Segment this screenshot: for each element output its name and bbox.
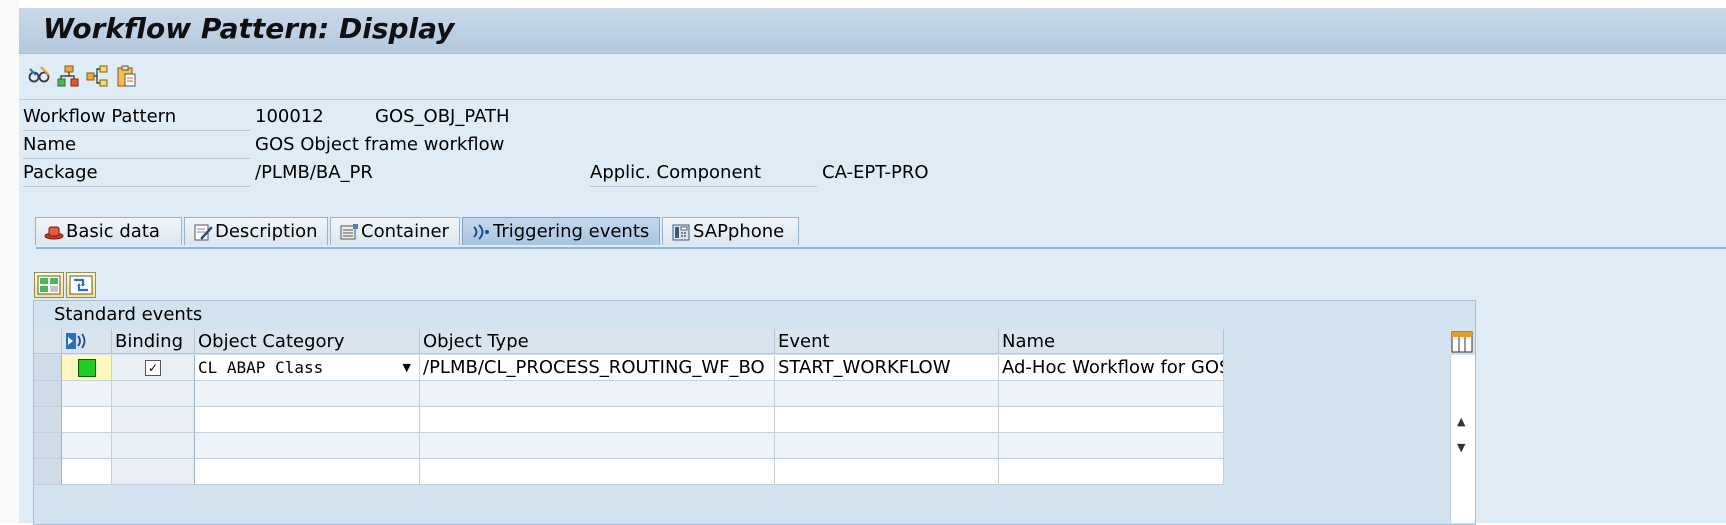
empty-cell[interactable] (775, 433, 999, 459)
scroll-up-icon[interactable]: ▲ (1457, 415, 1465, 428)
column-header-object-category[interactable]: Object Category (195, 329, 420, 354)
event-status-icon (66, 333, 86, 349)
applic-component-label: Applic. Component (590, 160, 817, 187)
column-header-object-type[interactable]: Object Type (420, 329, 775, 354)
empty-cell[interactable] (195, 407, 420, 433)
hat-icon (44, 223, 64, 241)
row-selector[interactable] (34, 433, 62, 459)
status-cell[interactable] (62, 355, 112, 381)
empty-cell[interactable] (112, 433, 195, 459)
binding-icon (69, 275, 93, 295)
container-icon (339, 223, 359, 241)
status-column-header[interactable] (62, 329, 112, 354)
tab-sapphone[interactable]: SAPphone (662, 217, 799, 245)
empty-cell[interactable] (62, 459, 112, 485)
binding-checkbox[interactable]: ✓ (145, 360, 161, 376)
package-value: /PLMB/BA_PR (255, 162, 373, 183)
tab-label: SAPphone (693, 221, 785, 242)
empty-cell[interactable] (775, 381, 999, 407)
column-header-event[interactable]: Event (775, 329, 999, 354)
table-details-icon (37, 275, 61, 295)
row-selector[interactable] (34, 355, 62, 381)
phone-icon (671, 223, 691, 241)
empty-cell[interactable] (999, 407, 1224, 433)
tab-triggering-events[interactable]: Triggering events (462, 217, 660, 245)
empty-cell[interactable] (195, 381, 420, 407)
tab-description[interactable]: Description (184, 217, 328, 245)
empty-cell[interactable] (420, 433, 775, 459)
column-header-name[interactable]: Name (999, 329, 1224, 354)
chevron-down-icon[interactable]: ▼ (403, 355, 411, 380)
workflow-pattern-id: 100012 (255, 106, 324, 127)
empty-cell[interactable] (112, 407, 195, 433)
green-status-indicator (78, 359, 96, 377)
empty-cell[interactable] (195, 459, 420, 485)
details-button[interactable] (34, 272, 64, 298)
clipboard-icon[interactable] (114, 64, 138, 88)
binding-button[interactable] (66, 272, 96, 298)
left-edge (0, 0, 19, 523)
tab-container[interactable]: Container (330, 217, 460, 245)
tab-strip: Basic data Description Container Trigger… (35, 217, 1726, 248)
binding-cell[interactable]: ✓ (112, 355, 195, 381)
empty-cell[interactable] (999, 459, 1224, 485)
tab-label: Container (361, 221, 449, 242)
row-selector-header[interactable] (34, 329, 62, 354)
empty-cell[interactable] (62, 381, 112, 407)
empty-cell[interactable] (195, 433, 420, 459)
grid-title: Standard events (54, 304, 203, 325)
name-label: Name (23, 132, 250, 159)
row-selector[interactable] (34, 459, 62, 485)
tab-label: Basic data (66, 221, 160, 242)
empty-cell[interactable] (775, 407, 999, 433)
empty-cell[interactable] (999, 433, 1224, 459)
vertical-scrollbar[interactable]: ▲ ▼ (1450, 355, 1475, 523)
package-label: Package (23, 160, 250, 187)
empty-cell[interactable] (62, 407, 112, 433)
hierarchy-icon[interactable] (56, 64, 80, 88)
workflow-pattern-code: GOS_OBJ_PATH (375, 106, 510, 127)
structure-icon[interactable] (85, 64, 109, 88)
name-value: GOS Object frame workflow (255, 134, 505, 155)
edit-icon (193, 223, 213, 241)
column-header-binding[interactable]: Binding (112, 329, 195, 354)
signal-icon (471, 223, 491, 241)
title-bar: Workflow Pattern: Display (19, 8, 1726, 54)
object-category-dropdown[interactable]: CL ABAP Class ▼ (195, 355, 420, 381)
applic-component-value: CA-EPT-PRO (822, 162, 929, 183)
name-cell[interactable]: Ad-Hoc Workflow for GOS … (999, 355, 1224, 381)
workflow-pattern-label: Workflow Pattern (23, 104, 250, 131)
glasses-icon[interactable] (27, 64, 51, 88)
row-selector[interactable] (34, 407, 62, 433)
row-selector[interactable] (34, 381, 62, 407)
change-layout-button[interactable] (1450, 330, 1474, 354)
empty-cell[interactable] (62, 433, 112, 459)
tab-label: Triggering events (493, 221, 650, 242)
object-type-cell[interactable]: /PLMB/CL_PROCESS_ROUTING_WF_BO (420, 355, 775, 381)
tab-label: Description (215, 221, 318, 242)
events-grid: Standard events Binding Object Category … (33, 300, 1476, 525)
empty-cell[interactable] (112, 459, 195, 485)
object-category-value: CL ABAP Class (198, 358, 324, 377)
tab-basic-data[interactable]: Basic data (35, 217, 182, 245)
event-cell[interactable]: START_WORKFLOW (775, 355, 999, 381)
empty-cell[interactable] (420, 459, 775, 485)
tab-underline (36, 247, 1726, 249)
sap-window: Workflow Pattern: Display Workflow Patte… (19, 8, 1726, 525)
application-toolbar (19, 54, 1726, 100)
layout-icon (1451, 331, 1473, 353)
empty-cell[interactable] (999, 381, 1224, 407)
empty-cell[interactable] (420, 381, 775, 407)
scroll-down-icon[interactable]: ▼ (1457, 441, 1465, 454)
page-title: Workflow Pattern: Display (43, 12, 455, 45)
empty-cell[interactable] (775, 459, 999, 485)
empty-cell[interactable] (420, 407, 775, 433)
empty-cell[interactable] (112, 381, 195, 407)
